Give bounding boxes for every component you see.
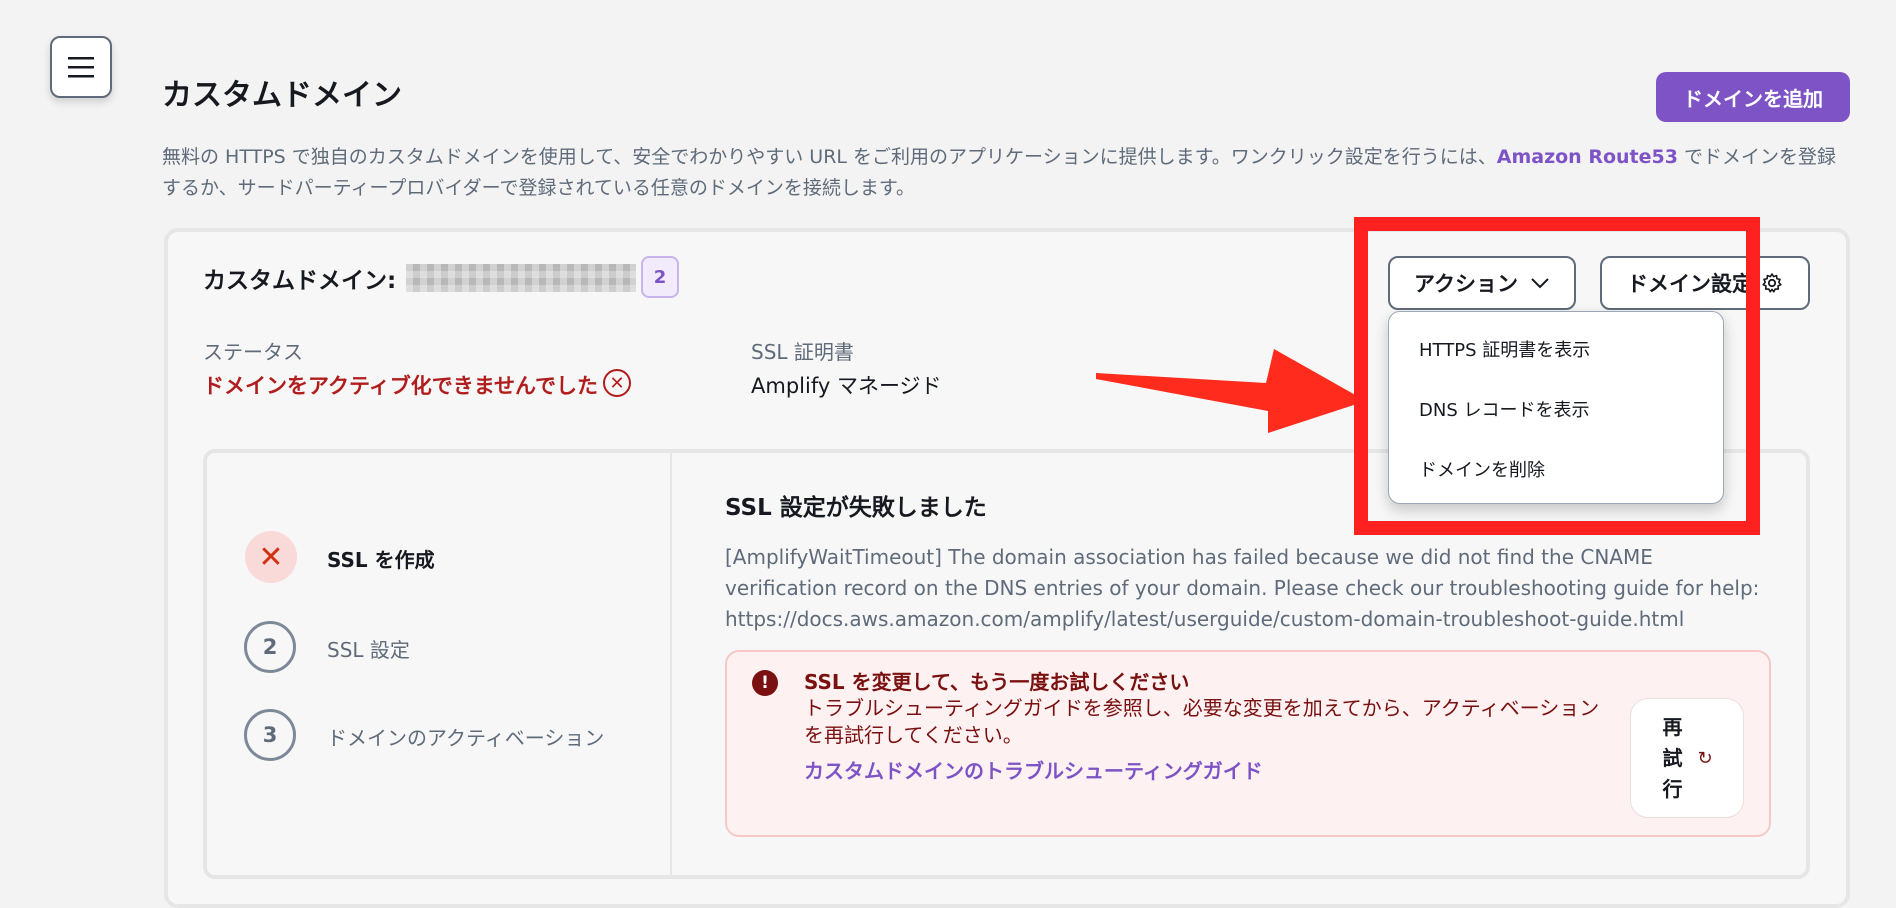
status-value: ドメインをアクティブ化できませんでした xyxy=(203,374,599,398)
ssl-certificate-label: SSL 証明書 xyxy=(751,340,854,364)
alert-message: トラブルシューティングガイドを参照し、必要な変更を加えてから、アクティベーション… xyxy=(804,696,1600,747)
domain-label: カスタムドメイン: xyxy=(203,268,397,294)
menu-icon xyxy=(68,57,94,78)
domain-name-redacted xyxy=(406,264,636,292)
error-circle-icon: ✕ xyxy=(603,369,631,397)
step-1-label: SSL を作成 xyxy=(327,548,435,572)
error-title: SSL 設定が失敗しました xyxy=(725,495,987,521)
step-1-failed-icon: ✕ xyxy=(245,531,297,583)
ssl-certificate-value: Amplify マネージド xyxy=(751,374,942,398)
troubleshooting-guide-link[interactable]: カスタムドメインのトラブルシューティングガイド xyxy=(804,755,1263,784)
step-3-label: ドメインのアクティベーション xyxy=(327,726,605,750)
alert-title: SSL を変更して、もう一度お試しください xyxy=(804,670,1190,694)
refresh-icon: ↻ xyxy=(1697,747,1713,769)
gear-icon xyxy=(1762,273,1782,293)
page-title: カスタムドメイン xyxy=(162,78,402,113)
hamburger-menu-button[interactable] xyxy=(50,36,112,98)
step-2-label: SSL 設定 xyxy=(327,638,410,662)
step-2-number: 2 xyxy=(244,621,296,673)
annotation-arrow xyxy=(1096,349,1366,433)
retry-label: 再試行 xyxy=(1662,714,1683,801)
page-description: 無料の HTTPS で独自のカスタムドメインを使用して、安全でわかりやすい UR… xyxy=(162,142,1852,204)
step-3-number: 3 xyxy=(244,709,296,761)
retry-button[interactable]: 再試行 ↻ xyxy=(1630,698,1744,818)
route53-link[interactable]: Amazon Route53 xyxy=(1497,146,1678,168)
error-message: [AmplifyWaitTimeout] The domain associat… xyxy=(725,545,1760,631)
annotation-highlight-box xyxy=(1354,217,1760,535)
add-domain-button[interactable]: ドメインを追加 xyxy=(1656,72,1850,122)
alert-icon: ! xyxy=(752,670,778,696)
panel-divider xyxy=(670,453,672,879)
status-label: ステータス xyxy=(203,340,303,364)
description-text: 無料の HTTPS で独自のカスタムドメインを使用して、安全でわかりやすい UR… xyxy=(162,146,1497,168)
subdomain-count-badge: 2 xyxy=(641,256,679,298)
